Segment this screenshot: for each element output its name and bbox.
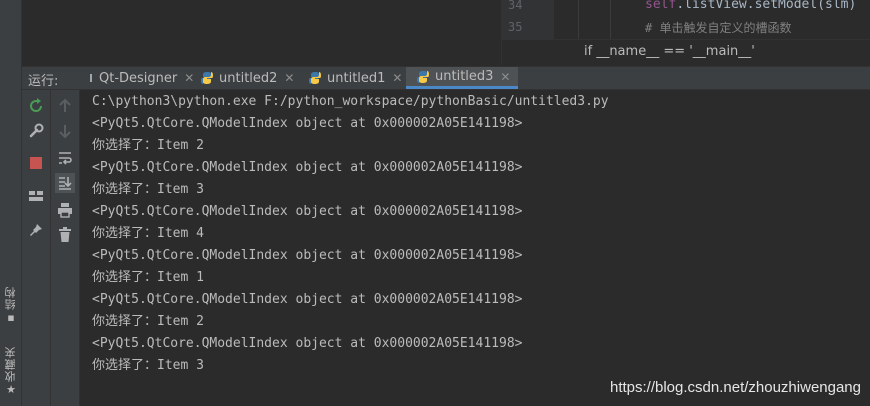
tab-qt-designer[interactable]: Qt-Designer ✕: [88, 67, 194, 89]
structure-icon: ▪: [7, 311, 15, 324]
code-line-34: 34 self.listView.setModel(slm): [502, 0, 870, 16]
close-icon[interactable]: ✕: [392, 71, 402, 85]
console-toolbar: [51, 90, 80, 406]
side-tool-strip: 结构 ▪ 收藏夹 ★: [0, 0, 22, 406]
editor-area: 34 self.listView.setModel(slm) 35 # 单击触发…: [22, 0, 870, 67]
code-line-35: 35 # 单击触发自定义的槽函数: [502, 18, 870, 38]
python-icon: [308, 71, 322, 85]
console-line: 你选择了：Item 2: [92, 138, 204, 153]
close-icon[interactable]: ✕: [284, 71, 294, 85]
watermark: https://blog.csdn.net/zhouzhiwengang: [609, 379, 861, 396]
favorites-label: 收藏夹: [4, 346, 17, 382]
stop-icon[interactable]: [26, 153, 46, 173]
console-line: 你选择了：Item 3: [92, 358, 204, 373]
code-comment: # 单击触发自定义的槽函数: [645, 21, 792, 35]
favorites-tool-button[interactable]: 收藏夹 ★: [2, 346, 20, 396]
tab-label: untitled3: [435, 69, 494, 84]
star-icon: ★: [6, 383, 16, 396]
console-line: 你选择了：Item 1: [92, 270, 204, 285]
console-line: <PyQt5.QtCore.QModelIndex object at 0x00…: [92, 248, 523, 263]
tab-label: Qt-Designer: [99, 70, 178, 86]
soft-wrap-icon[interactable]: [55, 148, 75, 168]
close-icon[interactable]: ✕: [184, 71, 194, 85]
python-icon: [416, 70, 430, 84]
console-line: 你选择了：Item 4: [92, 226, 204, 241]
console-line: <PyQt5.QtCore.QModelIndex object at 0x00…: [92, 116, 523, 131]
console-output[interactable]: C:\python3\python.exe F:/python_workspac…: [80, 90, 870, 406]
console-line: 你选择了：Item 2: [92, 314, 204, 329]
self-keyword: self: [645, 0, 677, 12]
run-tab-bar: 运行: Qt-Designer ✕ untitled2 ✕ untitled1 …: [22, 66, 870, 90]
code-editor[interactable]: 34 self.listView.setModel(slm) 35 # 单击触发…: [501, 0, 870, 39]
code-text: self.listView.setModel(slm): [645, 0, 856, 12]
code-rest: .listView.setModel(slm): [676, 0, 857, 12]
trash-icon[interactable]: [55, 225, 75, 245]
tab-label: untitled1: [327, 70, 386, 86]
structure-label: 结构: [4, 286, 17, 310]
run-config-icon: [88, 72, 94, 84]
up-arrow-icon[interactable]: [55, 96, 75, 116]
close-icon[interactable]: ✕: [500, 70, 510, 84]
run-label: 运行:: [28, 74, 59, 89]
rerun-icon[interactable]: [26, 96, 46, 116]
console-line: <PyQt5.QtCore.QModelIndex object at 0x00…: [92, 336, 523, 351]
run-toolbar: [22, 90, 51, 406]
layout-icon[interactable]: [26, 186, 46, 206]
down-arrow-icon[interactable]: [55, 121, 75, 141]
python-icon: [200, 71, 214, 85]
tab-untitled3[interactable]: untitled3 ✕: [406, 67, 519, 89]
line-number: 34: [508, 0, 523, 12]
tab-untitled2[interactable]: untitled2 ✕: [200, 67, 294, 89]
console-line: <PyQt5.QtCore.QModelIndex object at 0x00…: [92, 204, 523, 219]
tab-untitled1[interactable]: untitled1 ✕: [308, 67, 402, 89]
console-line: 你选择了：Item 3: [92, 182, 204, 197]
console-line: <PyQt5.QtCore.QModelIndex object at 0x00…: [92, 292, 523, 307]
structure-tool-button[interactable]: 结构 ▪: [2, 286, 20, 324]
breadcrumb[interactable]: if __name__ == '__main__': [501, 39, 870, 65]
console-line: <PyQt5.QtCore.QModelIndex object at 0x00…: [92, 160, 523, 175]
scroll-to-end-icon[interactable]: [55, 173, 75, 193]
console-line: C:\python3\python.exe F:/python_workspac…: [92, 94, 609, 109]
print-icon[interactable]: [55, 200, 75, 220]
tab-label: untitled2: [219, 70, 278, 86]
pin-icon[interactable]: [26, 220, 46, 240]
wrench-icon[interactable]: [26, 121, 46, 141]
line-number: 35: [508, 20, 523, 34]
